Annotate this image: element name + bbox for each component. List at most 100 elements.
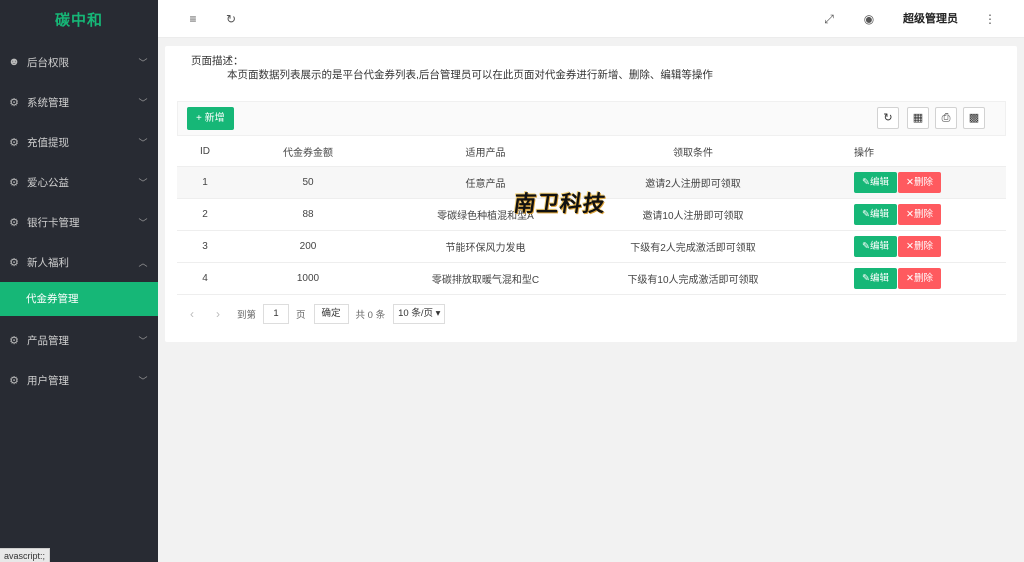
- gear-icon: ⚙: [9, 96, 19, 109]
- table-row[interactable]: 3 200 节能环保风力发电 下级有2人完成激活即可领取 ✎编辑 ✕删除: [177, 230, 1006, 263]
- column-header-product[interactable]: 适用产品: [383, 138, 588, 167]
- cell-amount: 1000: [233, 262, 383, 295]
- delete-label: 删除: [913, 272, 933, 284]
- chevron-down-icon: ﹀: [138, 217, 148, 228]
- sidebar-submenu: 代金券管理: [0, 282, 158, 316]
- sidebar-item-system[interactable]: ⚙ 系统管理 ﹀: [0, 82, 158, 122]
- gear-icon: ⚙: [9, 176, 19, 189]
- sidebar: 碳中和 ☻ 后台权限 ﹀ ⚙ 系统管理 ﹀ ⚙ 充值提现 ﹀ ⚙ 爱心公益 ﹀ …: [0, 0, 158, 562]
- export-icon[interactable]: ▩: [963, 107, 985, 129]
- sidebar-item-charity[interactable]: ⚙ 爱心公益 ﹀: [0, 162, 158, 202]
- cell-product: 零碳排放取暖气混和型C: [383, 262, 588, 295]
- menu-collapse-icon[interactable]: ≡: [183, 0, 203, 38]
- delete-button[interactable]: ✕删除: [898, 171, 941, 193]
- column-header-amount[interactable]: 代金券金额: [233, 138, 383, 167]
- sidebar-item-users[interactable]: ⚙ 用户管理 ﹀: [0, 360, 158, 400]
- delete-label: 删除: [913, 176, 933, 188]
- edit-label: 编辑: [869, 272, 889, 284]
- cell-actions: ✎编辑 ✕删除: [798, 262, 1006, 295]
- browser-status-bar: avascript:;: [0, 548, 51, 562]
- column-filter-icon[interactable]: ▦: [907, 107, 929, 129]
- cell-id: 4: [177, 262, 233, 295]
- sidebar-item-newcomer-benefits[interactable]: ⚙ 新人福利 ︿: [0, 242, 158, 282]
- top-header: ≡ ↻ ⤢ ◉ 超级管理员 ⋮: [158, 0, 1024, 38]
- goto-label: 到第: [237, 310, 257, 321]
- gear-icon: ⚙: [9, 136, 19, 149]
- page-size-value: 10 条/页: [398, 308, 433, 319]
- gear-icon: ⚙: [9, 374, 19, 387]
- chevron-down-icon: ﹀: [138, 375, 148, 386]
- chevron-down-icon: ﹀: [138, 97, 148, 108]
- edit-button[interactable]: ✎编辑: [854, 203, 897, 225]
- watermark-logo: 南卫科技: [512, 191, 608, 217]
- column-header-condition[interactable]: 领取条件: [588, 138, 798, 167]
- cell-id: 1: [177, 166, 233, 199]
- cell-amount: 200: [233, 230, 383, 263]
- globe-icon[interactable]: ◉: [859, 0, 879, 38]
- sidebar-item-label: 系统管理: [27, 96, 69, 109]
- sidebar-item-products[interactable]: ⚙ 产品管理 ﹀: [0, 320, 158, 360]
- page-unit-label: 页: [296, 310, 306, 321]
- page-number-input[interactable]: 1: [263, 304, 290, 324]
- user-icon: ☻: [8, 56, 20, 68]
- chevron-down-icon: ﹀: [138, 137, 148, 148]
- app-logo: 碳中和: [54, 12, 103, 29]
- edit-label: 编辑: [869, 208, 889, 220]
- chevron-down-icon: ﹀: [138, 335, 148, 346]
- sidebar-item-bank-card[interactable]: ⚙ 银行卡管理 ﹀: [0, 202, 158, 242]
- cell-id: 3: [177, 230, 233, 263]
- edit-icon: ✎: [862, 240, 870, 252]
- prev-page-icon[interactable]: ‹: [185, 307, 199, 321]
- refresh-icon[interactable]: ↻: [221, 0, 241, 38]
- edit-label: 编辑: [869, 176, 889, 188]
- cell-actions: ✎编辑 ✕删除: [798, 166, 1006, 199]
- table-header-row: ID 代金券金额 适用产品 领取条件 操作: [177, 138, 1006, 167]
- chevron-up-icon: ︿: [138, 257, 148, 268]
- edit-icon: ✎: [862, 272, 870, 284]
- edit-icon: ✎: [862, 176, 870, 188]
- edit-icon: ✎: [862, 208, 870, 220]
- fullscreen-icon[interactable]: ⤢: [819, 0, 839, 38]
- chevron-down-icon: ﹀: [138, 177, 148, 188]
- table-row[interactable]: 4 1000 零碳排放取暖气混和型C 下级有10人完成激活即可领取 ✎编辑 ✕删除: [177, 262, 1006, 295]
- gear-icon: ⚙: [9, 256, 19, 269]
- delete-label: 删除: [913, 208, 933, 220]
- sidebar-item-label: 产品管理: [27, 334, 69, 347]
- column-header-actions: 操作: [798, 138, 1006, 167]
- cell-condition: 下级有10人完成激活即可领取: [588, 262, 798, 295]
- chevron-down-icon: ﹀: [138, 57, 148, 68]
- sidebar-subitem-voucher-management[interactable]: 代金券管理: [0, 282, 158, 316]
- edit-button[interactable]: ✎编辑: [854, 267, 897, 289]
- sidebar-item-label: 充值提现: [27, 136, 69, 149]
- delete-label: 删除: [913, 240, 933, 252]
- edit-button[interactable]: ✎编辑: [854, 171, 897, 193]
- delete-button[interactable]: ✕删除: [898, 235, 941, 257]
- delete-button[interactable]: ✕删除: [898, 267, 941, 289]
- trash-icon: ✕: [906, 176, 914, 188]
- page-size-select[interactable]: 10 条/页 ▾: [393, 304, 446, 324]
- gear-icon: ⚙: [9, 216, 19, 229]
- chevron-down-icon: ▾: [435, 308, 441, 319]
- refresh-table-icon[interactable]: ↻: [877, 107, 899, 129]
- sidebar-item-backend-permissions[interactable]: ☻ 后台权限 ﹀: [0, 42, 158, 82]
- trash-icon: ✕: [906, 272, 914, 284]
- goto-confirm-button[interactable]: 确定: [313, 304, 349, 324]
- column-header-id[interactable]: ID: [177, 138, 233, 167]
- trash-icon: ✕: [906, 240, 914, 252]
- sidebar-item-label: 用户管理: [27, 374, 69, 387]
- print-icon[interactable]: ⎙: [935, 107, 957, 129]
- table-toolbar: + 新增 ↻ ▦ ⎙ ▩: [177, 101, 1006, 136]
- sidebar-item-label: 爱心公益: [27, 176, 69, 189]
- next-page-icon[interactable]: ›: [211, 307, 225, 321]
- sidebar-item-label: 新人福利: [27, 256, 69, 269]
- sidebar-item-recharge[interactable]: ⚙ 充值提现 ﹀: [0, 122, 158, 162]
- total-count: 共 0 条: [355, 310, 386, 321]
- add-voucher-button[interactable]: + 新增: [187, 107, 234, 130]
- delete-button[interactable]: ✕删除: [898, 203, 941, 225]
- page-description-title: 页面描述：: [191, 55, 244, 67]
- page-description-text: 本页面数据列表展示的是平台代金券列表,后台管理员可以在此页面对代金券进行新增、删…: [227, 69, 713, 81]
- admin-user-menu[interactable]: 超级管理员: [903, 0, 958, 38]
- more-vertical-icon[interactable]: ⋮: [980, 0, 1000, 38]
- edit-button[interactable]: ✎编辑: [854, 235, 897, 257]
- edit-label: 编辑: [869, 240, 889, 252]
